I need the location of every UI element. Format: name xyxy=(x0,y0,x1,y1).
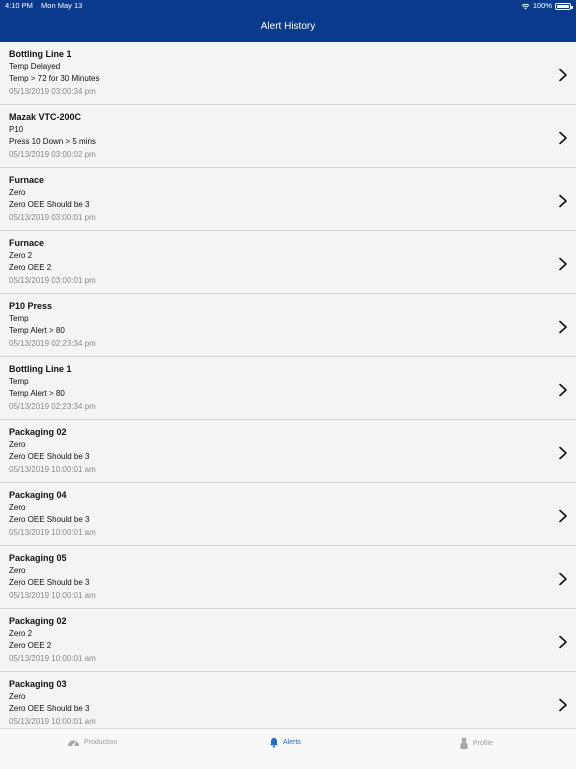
page-title: Alert History xyxy=(260,21,316,32)
alert-timestamp: 05/13/2019 03:00:02 pm xyxy=(9,149,96,159)
alert-title: P10 Press xyxy=(9,301,53,311)
alert-detail-1: P10 xyxy=(9,124,24,134)
alert-detail-2: Zero OEE Should be 3 xyxy=(9,452,90,461)
alert-row[interactable]: Furnace Zero 2 Zero OEE 2 05/13/2019 03:00:… xyxy=(0,231,576,294)
alert-detail-2: Zero OEE Should be 3 xyxy=(9,578,90,587)
chevron-right-icon xyxy=(559,383,567,397)
alert-timestamp: 05/13/2019 10:00:01 am xyxy=(9,527,96,537)
alert-detail-2: Press 10 Down > 5 mins xyxy=(9,137,96,146)
alert-detail-2: Temp Alert > 80 xyxy=(9,389,65,398)
alert-detail-1: Temp Delayed xyxy=(9,61,61,71)
alert-text: Packaging 04 Zero Zero OEE Should be 3 05/1… xyxy=(9,489,96,539)
alert-title: Packaging 04 xyxy=(9,490,67,500)
alert-title: Packaging 02 xyxy=(9,427,67,437)
alert-text: P10 Press Temp Temp Alert > 80 05/13/2019 0… xyxy=(9,300,96,350)
alert-title: Bottling Line 1 xyxy=(9,364,72,374)
alert-timestamp: 05/13/2019 10:00:01 am xyxy=(9,590,96,600)
alert-text: Furnace Zero Zero OEE Should be 3 05/13/201… xyxy=(9,174,96,224)
alert-text: Packaging 02 Zero 2 Zero OEE 2 05/13/2019 1… xyxy=(9,615,96,665)
chevron-right-icon xyxy=(559,131,567,145)
alert-detail-1: Zero xyxy=(9,439,26,449)
alert-title: Bottling Line 1 xyxy=(9,49,72,59)
alert-row[interactable]: Bottling Line 1 Temp Temp Alert > 80 05/13/… xyxy=(0,357,576,420)
alert-detail-2: Zero OEE 2 xyxy=(9,263,52,272)
chevron-right-icon xyxy=(559,446,567,460)
alert-detail-1: Zero 2 xyxy=(9,628,33,638)
alert-detail-1: Zero 2 xyxy=(9,250,33,260)
alert-title: Furnace xyxy=(9,175,45,185)
tab-profile[interactable]: Profile xyxy=(459,737,493,749)
alert-detail-1: Zero xyxy=(9,502,26,512)
bell-icon xyxy=(270,738,278,748)
alert-row[interactable]: P10 Press Temp Temp Alert > 80 05/13/2019 0… xyxy=(0,294,576,357)
battery-percent: 100% xyxy=(532,1,552,10)
alert-title: Packaging 02 xyxy=(9,616,67,626)
alert-row[interactable]: Packaging 03 Zero Zero OEE Should be 3 05/1… xyxy=(0,672,576,735)
status-date: Mon May 13 xyxy=(41,1,83,10)
chevron-right-icon xyxy=(559,572,567,586)
battery-icon xyxy=(555,2,573,10)
alert-detail-2: Zero OEE Should be 3 xyxy=(9,515,90,524)
chevron-right-icon xyxy=(559,698,567,712)
alert-text: Packaging 03 Zero Zero OEE Should be 3 05/1… xyxy=(9,678,96,728)
alert-title: Mazak VTC-200C xyxy=(9,112,82,122)
alert-text: Bottling Line 1 Temp Delayed Temp > 72 for… xyxy=(9,48,100,98)
tab-alerts-label: Alerts xyxy=(283,739,301,746)
tab-bar: Production Alerts Profile xyxy=(0,728,576,769)
alert-detail-2: Temp > 72 for 30 Minutes xyxy=(9,74,100,83)
alert-text: Bottling Line 1 Temp Temp Alert > 80 05/13/… xyxy=(9,363,96,413)
alert-detail-1: Temp xyxy=(9,376,29,386)
wifi-icon xyxy=(521,3,530,10)
alert-row[interactable]: Furnace Zero Zero OEE Should be 3 05/13/201… xyxy=(0,168,576,231)
chevron-right-icon xyxy=(559,68,567,82)
status-time: 4:10 PM xyxy=(5,1,33,10)
alert-row[interactable]: Packaging 04 Zero Zero OEE Should be 3 05/1… xyxy=(0,483,576,546)
alert-detail-1: Zero xyxy=(9,187,26,197)
alert-title: Packaging 03 xyxy=(9,679,67,689)
alert-detail-2: Zero OEE Should be 3 xyxy=(9,704,90,713)
alert-list: Bottling Line 1 Temp Delayed Temp > 72 for… xyxy=(0,42,576,735)
chevron-right-icon xyxy=(559,257,567,271)
alert-timestamp: 05/13/2019 02:23:34 pm xyxy=(9,401,96,411)
alert-timestamp: 05/13/2019 03:00:34 pm xyxy=(9,86,96,96)
alert-timestamp: 05/13/2019 03:00:01 pm xyxy=(9,212,96,222)
alert-detail-2: Temp Alert > 80 xyxy=(9,326,65,335)
alert-timestamp: 05/13/2019 10:00:01 am xyxy=(9,464,96,474)
alert-row[interactable]: Packaging 02 Zero Zero OEE Should be 3 05/1… xyxy=(0,420,576,483)
production-icon xyxy=(68,740,79,747)
alert-detail-1: Temp xyxy=(9,313,29,323)
alert-timestamp: 05/13/2019 03:00:01 pm xyxy=(9,275,96,285)
chevron-right-icon xyxy=(559,320,567,334)
alert-title: Packaging 05 xyxy=(9,553,67,563)
alert-text: Mazak VTC-200C P10 Press 10 Down > 5 mins 0… xyxy=(9,111,96,161)
alert-detail-2: Zero OEE Should be 3 xyxy=(9,200,90,209)
alert-timestamp: 05/13/2019 10:00:01 am xyxy=(9,653,96,663)
tab-production[interactable]: Production xyxy=(67,737,117,747)
tab-profile-label: Profile xyxy=(473,739,493,747)
alert-text: Packaging 05 Zero Zero OEE Should be 3 05/1… xyxy=(9,552,96,602)
alert-detail-1: Zero xyxy=(9,565,26,575)
status-bar: 4:10 PM Mon May 13 100% xyxy=(0,0,576,12)
chevron-right-icon xyxy=(559,635,567,649)
alert-row[interactable]: Packaging 02 Zero 2 Zero OEE 2 05/13/2019 1… xyxy=(0,609,576,672)
tab-alerts[interactable]: Alerts xyxy=(269,737,301,748)
alert-row[interactable]: Mazak VTC-200C P10 Press 10 Down > 5 mins 0… xyxy=(0,105,576,168)
app-header: 4:10 PM Mon May 13 100% Alert History xyxy=(0,0,576,42)
alert-detail-2: Zero OEE 2 xyxy=(9,641,52,650)
chevron-right-icon xyxy=(559,509,567,523)
tab-production-label: Production xyxy=(84,738,118,746)
alert-row[interactable]: Bottling Line 1 Temp Delayed Temp > 72 for… xyxy=(0,42,576,105)
alert-text: Packaging 02 Zero Zero OEE Should be 3 05/1… xyxy=(9,426,96,476)
alert-text: Furnace Zero 2 Zero OEE 2 05/13/2019 03:00:… xyxy=(9,237,96,287)
person-icon xyxy=(460,737,468,749)
alert-detail-1: Zero xyxy=(9,691,26,701)
alert-row[interactable]: Packaging 05 Zero Zero OEE Should be 3 05/1… xyxy=(0,546,576,609)
alert-title: Furnace xyxy=(9,238,45,248)
alert-timestamp: 05/13/2019 02:23:34 pm xyxy=(9,338,96,348)
alert-timestamp: 05/13/2019 10:00:01 am xyxy=(9,716,96,726)
chevron-right-icon xyxy=(559,194,567,208)
